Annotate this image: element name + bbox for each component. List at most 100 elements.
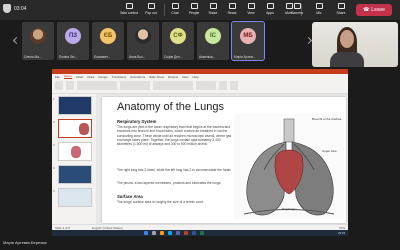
slide-heading: Surface Area <box>117 194 143 199</box>
thumb-number: 2 <box>53 120 55 124</box>
participant-tile[interactable]: ІС Анжеліка... <box>197 22 229 60</box>
slide-thumbnail[interactable] <box>58 165 92 184</box>
participant-tile[interactable]: Олена Ма... <box>22 22 54 60</box>
word-icon[interactable] <box>192 231 196 235</box>
meeting-timer-area: 03:04 <box>3 4 27 13</box>
avatar: СФ <box>170 28 186 44</box>
avatar: МБ <box>240 28 256 44</box>
windows-taskbar: 23:15 <box>52 230 348 236</box>
browser-icon[interactable] <box>168 231 172 235</box>
self-video <box>312 22 398 67</box>
avatar: ЄБ <box>100 28 116 44</box>
slide-thumbnail-selected[interactable] <box>58 119 92 138</box>
slide-thumbnail[interactable] <box>58 96 92 115</box>
tab-transitions[interactable]: Transitions <box>112 75 127 79</box>
teams-icon[interactable] <box>176 231 180 235</box>
search-icon[interactable] <box>152 231 156 235</box>
slide-thumbnail[interactable] <box>58 188 92 207</box>
slide-paragraph: The pleura, a two-layered membrane, prot… <box>117 181 222 185</box>
powerpoint-icon[interactable] <box>184 231 188 235</box>
people-icon <box>190 3 198 9</box>
chat-icon <box>171 3 179 9</box>
lungs-illustration: Bronchi of the trachea Upper lobe Diaphr… <box>234 114 344 219</box>
apps-icon <box>266 3 274 9</box>
avatar: ПЗ <box>65 28 81 44</box>
participant-name: Софія Ден... <box>164 55 183 59</box>
image-caption: Bronchi of the trachea <box>312 117 342 121</box>
participant-tile[interactable]: ЄБ Єлизавет... <box>92 22 124 60</box>
leave-button[interactable]: ☎ Leave <box>356 4 392 16</box>
camera-icon <box>293 3 301 9</box>
video-person-body <box>330 52 364 67</box>
slide-thumbnail[interactable] <box>58 142 92 161</box>
thumb-image <box>71 146 81 158</box>
tab-design[interactable]: Design <box>98 75 107 79</box>
slide-paragraph: The lungs are part of the lower respirat… <box>117 125 232 147</box>
presenter-name: Марія Артемів-Березюк <box>3 240 47 245</box>
tab-animations[interactable]: Animations <box>130 75 145 79</box>
thumb-number: 5 <box>53 189 55 193</box>
tab-slide-show[interactable]: Slide Show <box>149 75 164 79</box>
slide-canvas[interactable]: Anatomy of the Lungs Respiratory System … <box>102 97 346 223</box>
tab-draw[interactable]: Draw <box>87 75 94 79</box>
avatar: ІС <box>205 28 221 44</box>
scroll-right-icon[interactable] <box>304 36 313 45</box>
tab-view[interactable]: View <box>182 75 188 79</box>
excel-icon[interactable] <box>200 231 204 235</box>
participant-name: Єлизавет... <box>94 55 111 59</box>
tab-review[interactable]: Review <box>168 75 178 79</box>
ribbon <box>52 79 348 94</box>
paragraph-group[interactable] <box>120 81 150 90</box>
participant-name: Марія Артем... <box>234 55 256 59</box>
participant-name: Поліна Зін... <box>59 55 78 59</box>
slide-thumbnails: 1 2 3 4 5 <box>52 94 96 224</box>
image-caption: Diaphragm <box>282 207 297 211</box>
new-slide-icon[interactable] <box>66 81 74 90</box>
grid-icon <box>247 3 255 9</box>
powerpoint-workspace: 1 2 3 4 5 Anatomy of the Lungs Respirato… <box>52 94 348 224</box>
participant-strip: Олена Ма... ПЗ Поліна Зін... ЄБ Єлизавет… <box>22 21 302 62</box>
smile-icon <box>228 3 236 9</box>
mic-icon <box>315 3 323 9</box>
lungs-thumb-image <box>79 123 89 135</box>
share-button[interactable]: Share <box>330 2 352 18</box>
image-caption: Upper lobe <box>322 149 337 153</box>
tab-insert[interactable]: Insert <box>76 75 84 79</box>
shield-icon <box>3 4 11 13</box>
pop-out-button[interactable]: Pop out <box>140 2 162 18</box>
camera-button[interactable]: Camera <box>286 2 308 18</box>
tab-help[interactable]: Help <box>192 75 198 79</box>
participant-name: Анна Воз... <box>129 55 146 59</box>
participant-name: Олена Ма... <box>24 55 42 59</box>
take-control-button[interactable]: Take control <box>118 2 140 18</box>
participant-tile[interactable]: СФ Софія Ден... <box>162 22 194 60</box>
folder-icon[interactable] <box>160 231 164 235</box>
scroll-left-icon[interactable] <box>12 36 21 45</box>
participant-tile[interactable]: Анна Воз... <box>127 22 159 60</box>
thumb-number: 1 <box>53 97 55 101</box>
mic-button[interactable]: Mic <box>308 2 330 18</box>
thumb-number: 3 <box>53 143 55 147</box>
start-icon[interactable] <box>144 231 148 235</box>
paste-icon[interactable] <box>55 81 63 90</box>
slide-title: Anatomy of the Lungs <box>117 101 225 113</box>
avatar <box>135 28 151 44</box>
font-group[interactable] <box>77 81 117 90</box>
video-person-face <box>340 30 354 48</box>
dictate-icon[interactable] <box>219 81 227 90</box>
taskbar-clock: 23:15 <box>338 231 345 235</box>
participant-tile-presenter[interactable]: МБ Марія Артем... <box>231 21 265 61</box>
tab-file[interactable]: File <box>55 75 60 79</box>
hand-icon <box>209 3 217 9</box>
participant-name: Анжеліка... <box>199 55 216 59</box>
slide-heading: Respiratory System <box>117 119 157 124</box>
drawing-group[interactable] <box>153 81 193 90</box>
editing-group[interactable] <box>196 81 216 90</box>
slide-paragraph: The right lung has 3 lobes, while the le… <box>117 168 232 172</box>
participant-tile[interactable]: ПЗ Поліна Зін... <box>57 22 89 60</box>
teams-meeting-window: { "toolbar": { "timer": "03:04", "button… <box>0 0 400 250</box>
meeting-timer: 03:04 <box>14 5 27 12</box>
designer-icon[interactable] <box>230 81 238 90</box>
share-icon <box>337 3 345 9</box>
meeting-toolbar: 03:04 Take control Pop out Chat People R… <box>0 0 400 20</box>
